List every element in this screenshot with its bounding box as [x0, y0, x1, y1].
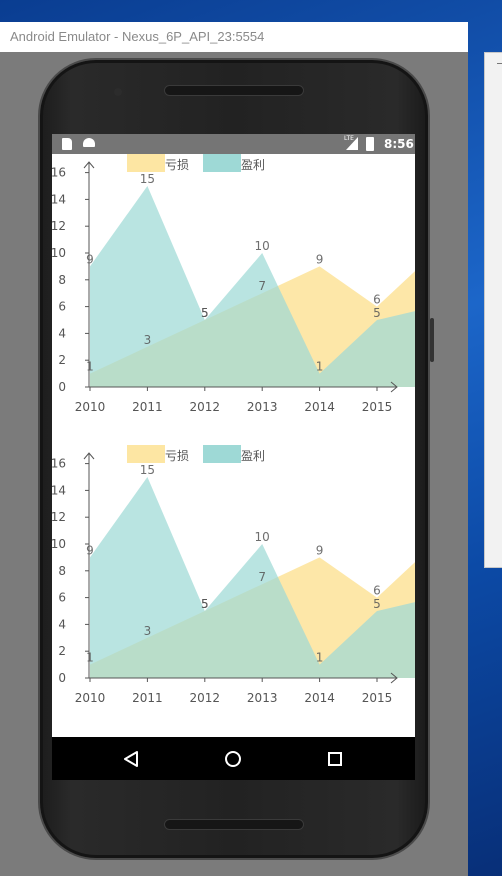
data-label-profit: 1 — [316, 651, 324, 665]
y-tick-label: 0 — [58, 380, 66, 394]
data-label-profit: 5 — [373, 597, 381, 611]
recents-icon[interactable] — [305, 737, 365, 780]
x-tick-label: 2010 — [75, 691, 106, 705]
data-label-profit: 15 — [140, 172, 155, 186]
data-label-loss: 7 — [258, 570, 266, 584]
data-label-loss: 1 — [86, 360, 94, 374]
data-label-loss: 3 — [144, 624, 152, 638]
y-tick-label: 0 — [58, 671, 66, 685]
sd-card-icon — [62, 138, 72, 150]
data-label-loss: 9 — [316, 543, 324, 557]
legend-swatch-loss — [127, 445, 165, 463]
network-type-label: LTE — [344, 135, 354, 142]
x-tick-label: 2014 — [304, 691, 335, 705]
back-icon[interactable] — [102, 737, 162, 780]
y-tick-label: 16 — [52, 457, 66, 471]
navigation-bar — [52, 737, 415, 780]
battery-charging-icon — [366, 137, 374, 151]
data-label-profit: 15 — [140, 463, 155, 477]
data-label-profit: 10 — [255, 239, 270, 253]
x-tick-label: 2013 — [247, 400, 278, 414]
top-speaker — [164, 85, 304, 96]
y-tick-label: 14 — [52, 483, 66, 497]
legend-label-profit: 盈利 — [241, 449, 265, 463]
data-label-loss: 9 — [316, 252, 324, 266]
y-tick-label: 12 — [52, 510, 66, 524]
x-tick-label: 2014 — [304, 400, 335, 414]
y-tick-label: 16 — [52, 166, 66, 180]
y-tick-label: 12 — [52, 219, 66, 233]
x-tick-label: 2013 — [247, 691, 278, 705]
x-tick-label: 2012 — [190, 400, 221, 414]
android-debug-icon — [83, 138, 95, 147]
legend-swatch-loss — [127, 154, 165, 172]
data-label-loss: 6 — [373, 584, 381, 598]
x-tick-label: 2015 — [362, 691, 393, 705]
legend-swatch-profit — [203, 445, 241, 463]
background-window[interactable] — [484, 52, 502, 568]
x-tick-label: 2011 — [132, 691, 163, 705]
area-chart-bottom: 02468101214162010 2011 2012 2013 2014 2015135… — [52, 445, 415, 705]
data-label-loss: 7 — [258, 279, 266, 293]
y-tick-label: 6 — [58, 591, 66, 605]
area-series-profit — [90, 186, 415, 387]
y-tick-label: 8 — [58, 273, 66, 287]
y-tick-label: 2 — [58, 644, 66, 658]
y-tick-label: 14 — [52, 192, 66, 206]
legend-label-loss: 亏损 — [165, 158, 189, 172]
power-button[interactable] — [430, 318, 434, 362]
window-control-icon — [497, 63, 502, 64]
chart-area: 0 2 4 6 8 10 12 14 16 2010 2011 2012 2013 2014 2015 1 3 5… — [52, 154, 415, 737]
y-tick-label: 6 — [58, 300, 66, 314]
plot-area — [90, 186, 415, 387]
status-bar: LTE 8:56 — [52, 134, 415, 154]
data-label-profit: 5 — [373, 306, 381, 320]
x-tick-label: 2015 — [362, 400, 393, 414]
bottom-speaker — [164, 819, 304, 830]
y-tick-label: 8 — [58, 564, 66, 578]
data-label-profit: 1 — [316, 360, 324, 374]
plot-area — [90, 477, 415, 678]
x-tick-label: 2012 — [190, 691, 221, 705]
y-tick-label: 4 — [58, 326, 66, 340]
y-tick-label: 10 — [52, 246, 66, 260]
area-series-profit — [90, 477, 415, 678]
status-clock: 8:56 — [384, 137, 414, 151]
x-tick-label: 2010 — [75, 400, 106, 414]
data-label-loss: 3 — [144, 333, 152, 347]
front-camera-icon — [114, 88, 122, 96]
y-tick-label: 10 — [52, 537, 66, 551]
data-label-profit: 9 — [86, 252, 94, 266]
y-tick-label: 4 — [58, 617, 66, 631]
y-tick-label: 2 — [58, 353, 66, 367]
data-label-profit: 9 — [86, 543, 94, 557]
data-label-profit: 5 — [201, 597, 209, 611]
x-tick-label: 2011 — [132, 400, 163, 414]
legend-label-loss: 亏损 — [165, 449, 189, 463]
area-chart-top: 02468101214162010 2011 2012 2013 2014 2015135… — [52, 154, 415, 414]
phone-screen: LTE 8:56 0 2 4 6 8 10 12 14 16 2010 2011 2012 2013 20… — [52, 134, 415, 780]
data-label-profit: 5 — [201, 306, 209, 320]
data-label-profit: 10 — [255, 530, 270, 544]
data-label-loss: 1 — [86, 651, 94, 665]
home-icon[interactable] — [203, 737, 263, 780]
legend-label-profit: 盈利 — [241, 158, 265, 172]
data-label-loss: 6 — [373, 293, 381, 307]
emulator-title: Android Emulator - Nexus_6P_API_23:5554 — [0, 22, 468, 52]
legend-swatch-profit — [203, 154, 241, 172]
